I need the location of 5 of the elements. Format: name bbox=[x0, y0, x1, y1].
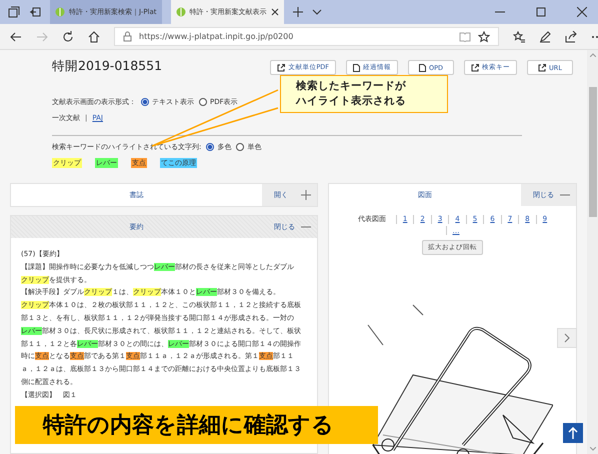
caption-banner: 特許の内容を詳細に確認する bbox=[15, 406, 378, 444]
callout-text: 検索したキーワードが bbox=[296, 79, 406, 94]
document-title: 特開2019-018551 bbox=[52, 58, 162, 75]
address-field[interactable]: https://www.j-platpat.inpit.go.jp/p0200 bbox=[114, 27, 499, 46]
callout-text: ハイライト表示される bbox=[296, 94, 406, 109]
